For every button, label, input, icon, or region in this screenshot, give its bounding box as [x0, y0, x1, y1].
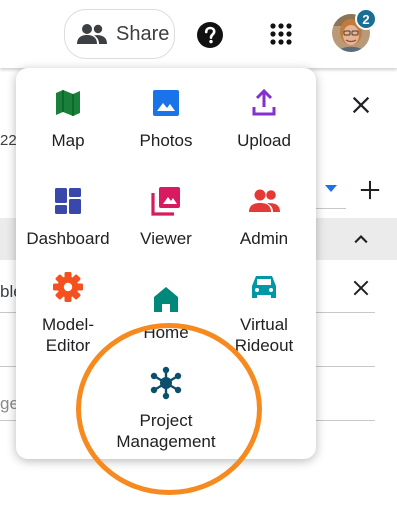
app-model-editor[interactable]: Model- Editor: [18, 270, 118, 356]
close-icon[interactable]: [350, 94, 372, 116]
app-label: Model- Editor: [42, 315, 94, 355]
dashboard-icon: [55, 188, 81, 214]
apps-grid-icon[interactable]: [269, 22, 293, 46]
share-button[interactable]: Share: [64, 9, 175, 59]
dropdown-arrow-icon[interactable]: [323, 182, 339, 194]
app-label: Dashboard: [26, 229, 110, 248]
home-icon: [154, 287, 178, 312]
app-virtual-rideout[interactable]: Virtual Rideout: [214, 270, 314, 356]
upload-icon: [252, 88, 276, 116]
car-icon: [252, 276, 276, 298]
app-label: Upload: [237, 131, 291, 150]
background-text-fragment: 22: [0, 132, 17, 149]
app-admin[interactable]: Admin: [214, 184, 314, 249]
photo-library-icon: [151, 187, 180, 216]
people-icon: [249, 189, 280, 212]
app-viewer[interactable]: Viewer: [116, 184, 216, 249]
app-label: Virtual Rideout: [234, 315, 294, 355]
gear-icon: [53, 272, 83, 302]
app-dashboard[interactable]: Dashboard: [18, 184, 118, 249]
apps-menu: Map Photos Upload Dashboard Viewer Admin…: [16, 68, 316, 459]
app-label: Admin: [239, 229, 289, 248]
app-project-management[interactable]: Project Management: [116, 366, 216, 452]
app-label: Viewer: [140, 229, 192, 248]
app-label: Home: [143, 323, 189, 342]
people-icon: [77, 24, 107, 44]
notification-badge: 2: [355, 8, 377, 30]
app-label: Map: [51, 131, 85, 150]
hub-network-icon: [150, 366, 182, 400]
app-upload[interactable]: Upload: [214, 86, 314, 151]
app-label: Photos: [139, 131, 193, 150]
help-circle-icon[interactable]: [196, 21, 224, 49]
app-photos[interactable]: Photos: [116, 86, 216, 151]
top-bar: Share 2: [0, 0, 397, 68]
close-icon[interactable]: [351, 278, 371, 298]
app-map[interactable]: Map: [18, 86, 118, 151]
divider: [316, 208, 346, 209]
share-label: Share: [116, 22, 170, 45]
add-icon[interactable]: [359, 179, 381, 201]
app-home[interactable]: Home: [116, 282, 216, 343]
map-icon: [56, 90, 80, 116]
chevron-up-icon[interactable]: [351, 229, 371, 249]
app-label: Project Management: [116, 411, 216, 451]
photo-icon: [153, 90, 179, 116]
